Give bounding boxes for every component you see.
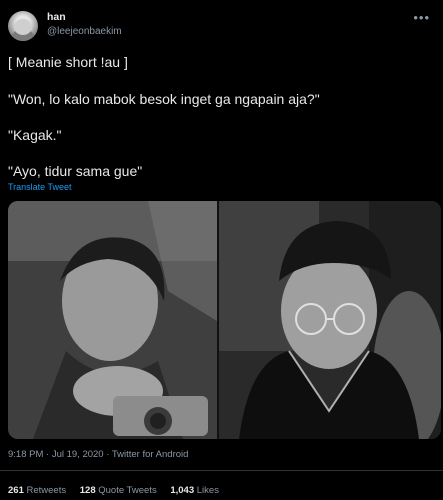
author-display-name[interactable]: han (47, 11, 66, 23)
likes-stat[interactable]: 1,043 Likes (170, 485, 219, 496)
tweet-timestamp[interactable]: 9:18 PM · Jul 19, 2020 · Twitter for And… (8, 449, 188, 460)
quote-tweets-count: 128 (79, 485, 96, 496)
photo-right[interactable] (219, 201, 441, 439)
retweets-count: 261 (8, 485, 24, 496)
retweets-stat[interactable]: 261 Retweets (8, 485, 69, 496)
likes-count: 1,043 (170, 485, 195, 496)
author-handle[interactable]: @leejeonbaekim (47, 26, 122, 37)
tweet-line: "Won, lo kalo mabok besok inget ga ngapa… (8, 91, 320, 107)
quote-tweets-label: Quote Tweets (98, 485, 157, 496)
quote-tweets-stat[interactable]: 128 Quote Tweets (80, 485, 160, 496)
photo-right-image (219, 201, 441, 439)
avatar[interactable] (8, 11, 38, 41)
tweet-line: "Kagak." (8, 127, 62, 143)
translate-tweet-link[interactable]: Translate Tweet (8, 182, 72, 192)
photo-left[interactable] (8, 201, 217, 439)
retweets-label: Retweets (26, 485, 67, 496)
likes-label: Likes (196, 485, 219, 496)
tweet-stats: 261 Retweets 128 Quote Tweets 1,043 Like… (8, 485, 230, 496)
divider (0, 470, 443, 471)
more-options-icon[interactable]: ••• (413, 10, 430, 25)
photo-left-image (8, 201, 217, 439)
media-grid (8, 201, 441, 439)
tweet-line: "Ayo, tidur sama gue" (8, 163, 143, 179)
tweet-line: [ Meanie short !au ] (8, 54, 128, 70)
